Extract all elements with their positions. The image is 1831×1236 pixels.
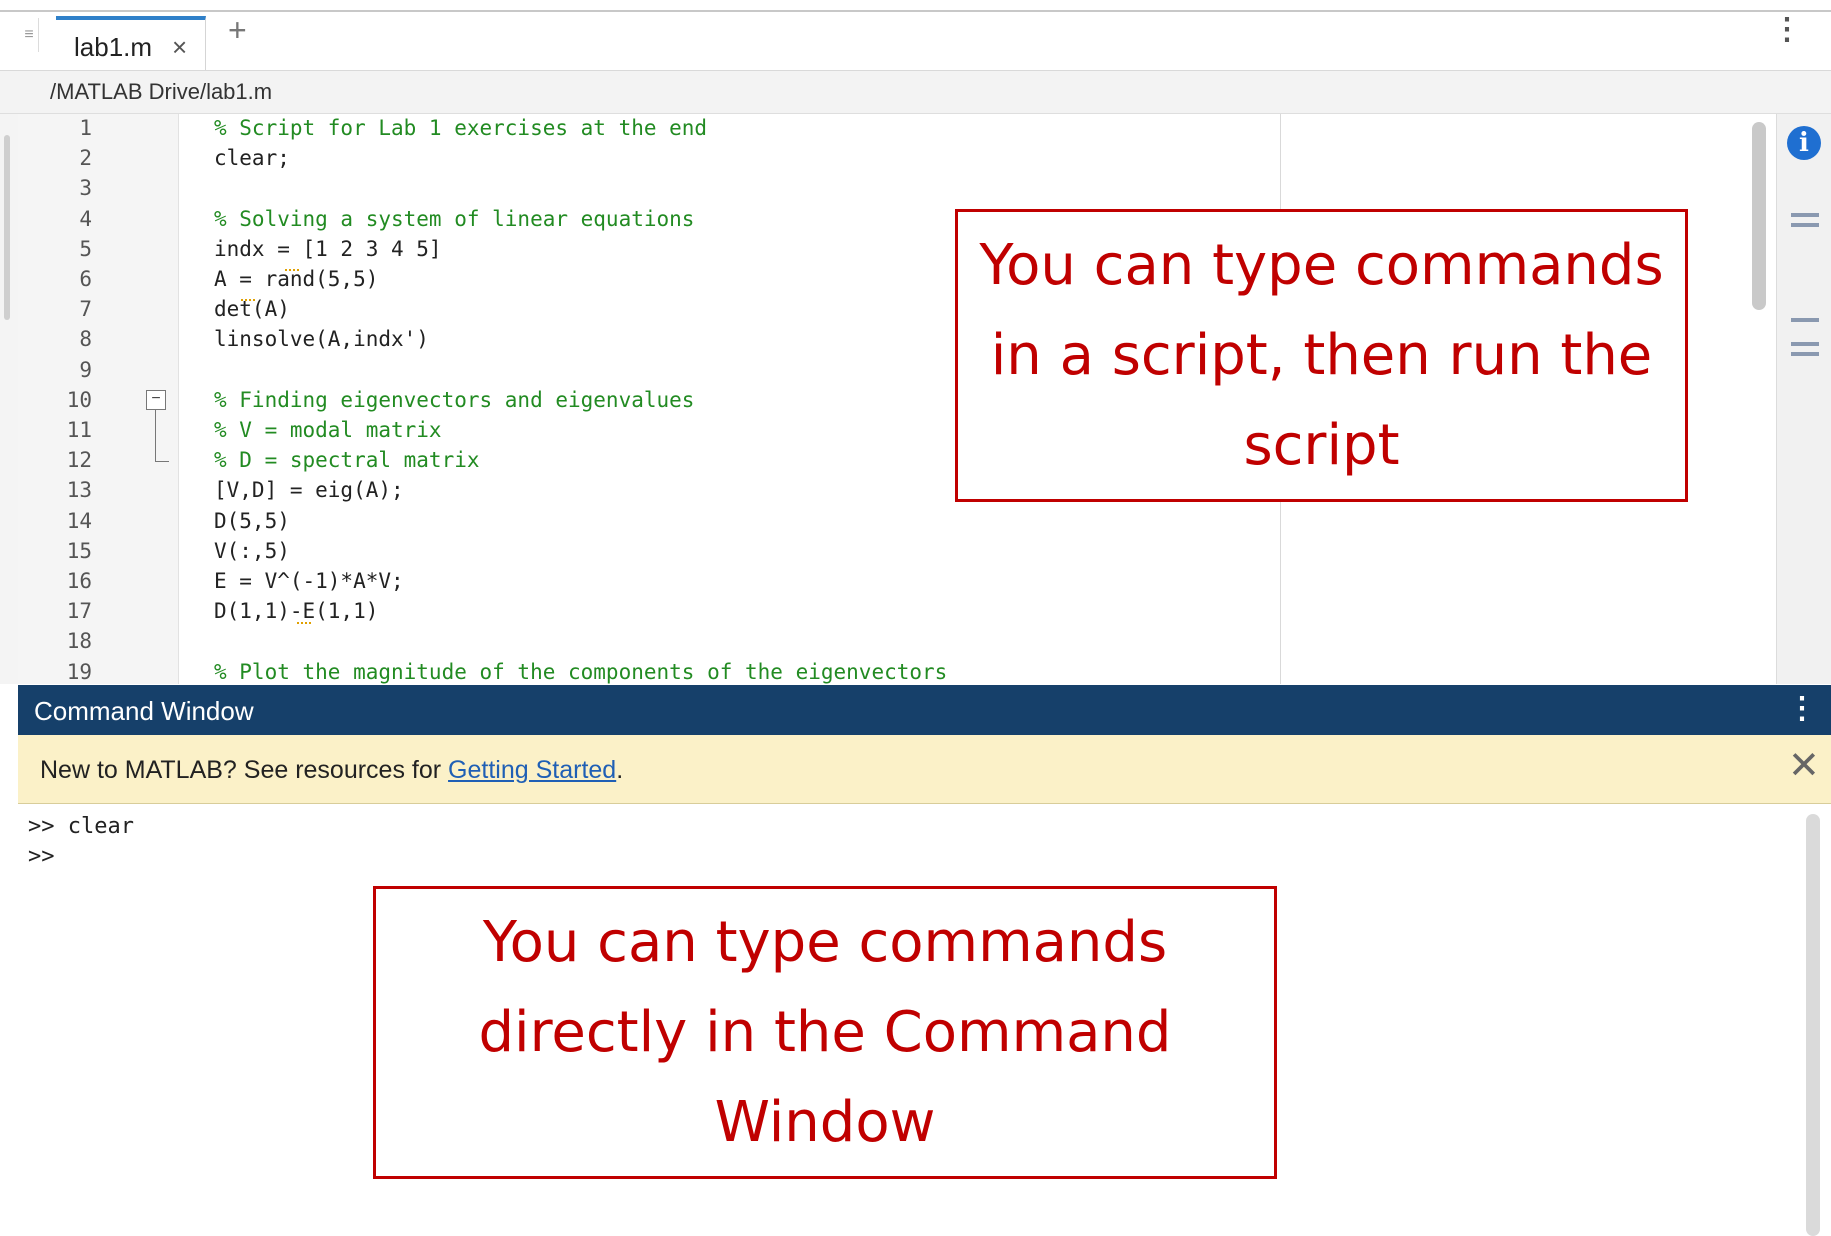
overview-mark[interactable]	[1791, 318, 1819, 322]
add-tab-button[interactable]: +	[228, 12, 247, 49]
console-prompt[interactable]: >>	[28, 844, 55, 869]
code-line[interactable]: D(5,5)	[214, 509, 290, 533]
line-number: 2	[79, 146, 92, 170]
code-comment-line[interactable]: % V = modal matrix	[214, 418, 442, 442]
line-number: 17	[66, 599, 92, 623]
line-number: 19	[66, 660, 92, 684]
line-number: 16	[66, 569, 92, 593]
file-path: /MATLAB Drive/lab1.m	[50, 79, 273, 104]
line-number: 6	[79, 267, 92, 291]
line-number: 8	[79, 327, 92, 351]
code-line[interactable]: [V,D] = eig(A);	[214, 478, 404, 502]
code-comment-line[interactable]: % Plot the magnitude of the components o…	[214, 660, 947, 684]
overview-mark[interactable]	[1791, 213, 1819, 217]
line-number: 1	[79, 116, 92, 140]
code-line[interactable]: clear;	[214, 146, 290, 170]
tab-label: lab1.m	[74, 32, 153, 62]
warning-squiggle	[297, 616, 311, 624]
left-panel-splitter[interactable]	[4, 135, 10, 320]
command-window-menu-icon[interactable]: ⋮	[1787, 691, 1817, 726]
fold-toggle-icon[interactable]: −	[146, 390, 166, 410]
command-window-title: Command Window	[34, 696, 254, 726]
line-number: 5	[79, 237, 92, 261]
editor-menu-icon[interactable]: ⋮	[1772, 12, 1802, 47]
line-number: 12	[66, 448, 92, 472]
code-comment-line[interactable]: % Solving a system of linear equations	[214, 207, 694, 231]
editor-tab-bar	[0, 12, 1831, 71]
fold-range-line	[155, 410, 156, 462]
editor-overview-ruler	[1776, 114, 1831, 684]
line-number: 15	[66, 539, 92, 563]
line-number: 4	[79, 207, 92, 231]
file-path-bar: /MATLAB Drive/lab1.m	[0, 71, 1831, 114]
line-number: 10	[66, 388, 92, 412]
code-comment-line[interactable]: % Script for Lab 1 exercises at the end	[214, 116, 707, 140]
line-number: 14	[66, 509, 92, 533]
banner-prefix: New to MATLAB? See resources for	[40, 756, 449, 784]
console-line: >> clear	[28, 814, 134, 839]
code-line[interactable]: E = V^(-1)*A*V;	[214, 569, 404, 593]
command-window-callout: You can type commands directly in the Co…	[373, 886, 1277, 1179]
warning-squiggle	[241, 293, 255, 301]
script-callout: You can type commands in a script, then …	[955, 209, 1688, 502]
code-comment-line[interactable]: % D = spectral matrix	[214, 448, 480, 472]
info-icon[interactable]: i	[1787, 126, 1821, 160]
close-icon[interactable]: ×	[172, 32, 187, 63]
code-line[interactable]: V(:,5)	[214, 539, 290, 563]
overview-mark[interactable]	[1791, 352, 1819, 356]
console-scrollbar-thumb[interactable]	[1806, 814, 1820, 1236]
fold-range-end	[155, 461, 169, 462]
line-number: 9	[79, 358, 92, 382]
warning-squiggle	[285, 263, 299, 271]
editor-scrollbar-thumb[interactable]	[1752, 122, 1766, 310]
line-number: 18	[66, 629, 92, 653]
command-window-header: Command Window ⋮	[18, 685, 1831, 735]
line-number: 7	[79, 297, 92, 321]
close-icon[interactable]: ✕	[1788, 747, 1820, 785]
banner-suffix: .	[616, 756, 624, 784]
window-top-edge	[0, 0, 1831, 12]
overview-mark[interactable]	[1791, 223, 1819, 227]
getting-started-link[interactable]: Getting Started	[448, 756, 616, 784]
line-number: 13	[66, 478, 92, 502]
tab-lab1[interactable]: lab1.m ×	[56, 16, 206, 70]
line-number: 3	[79, 176, 92, 200]
drag-handle-icon[interactable]: ≡	[20, 18, 39, 52]
overview-mark[interactable]	[1791, 342, 1819, 346]
line-number: 11	[66, 418, 92, 442]
code-line[interactable]: indx = [1 2 3 4 5]	[214, 237, 442, 261]
code-comment-line[interactable]: % Finding eigenvectors and eigenvalues	[214, 388, 694, 412]
code-line[interactable]: linsolve(A,indx')	[214, 327, 429, 351]
banner-text: New to MATLAB? See resources for Getting…	[40, 756, 623, 785]
getting-started-banner: New to MATLAB? See resources for Getting…	[18, 735, 1831, 804]
